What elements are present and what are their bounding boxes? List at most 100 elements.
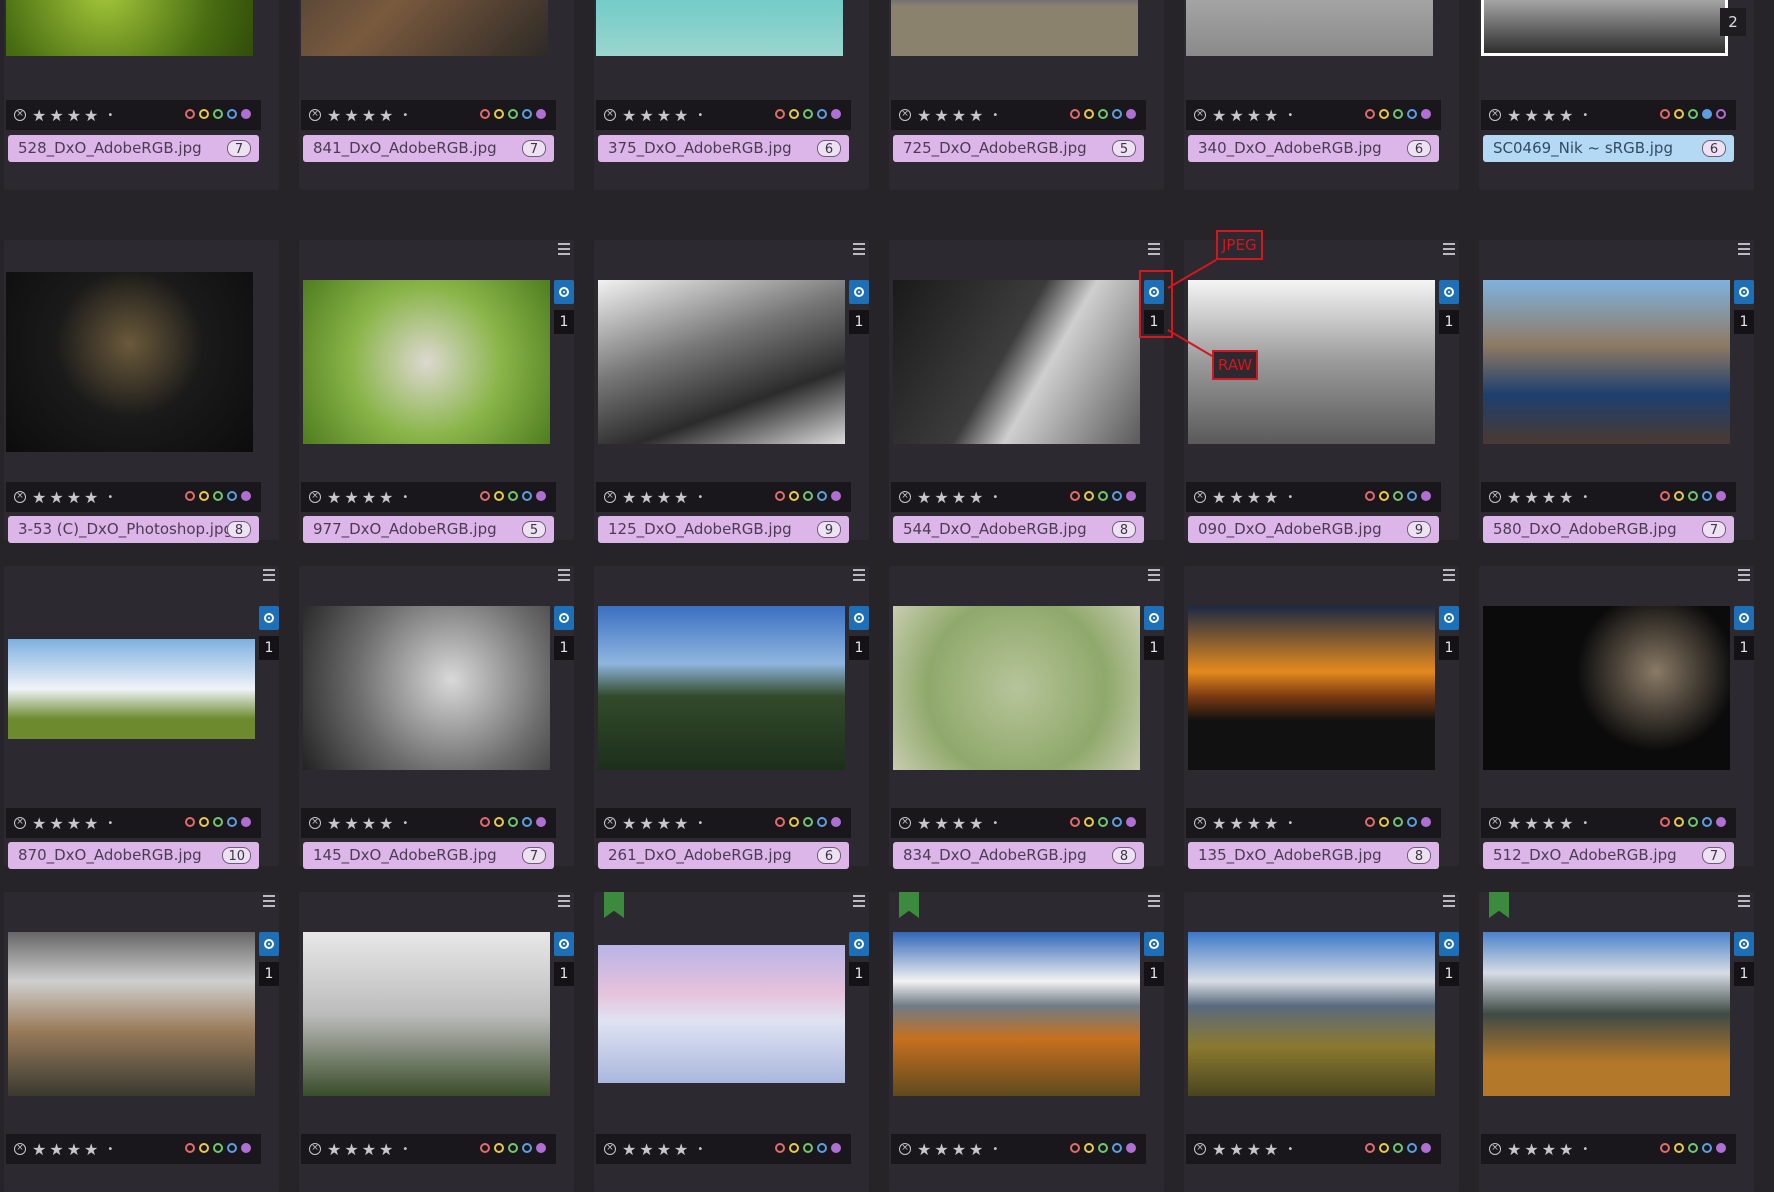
color-labels[interactable]: [1660, 817, 1726, 827]
thumbnail-dragonfly[interactable]: [893, 606, 1140, 770]
thumbnail-cliffs[interactable]: [301, 0, 548, 56]
thumbnail-jellyfish[interactable]: [596, 0, 843, 56]
jpeg-sidecar-icon[interactable]: [1734, 932, 1754, 956]
thumbnail-bw-peaks[interactable]: [598, 280, 845, 444]
cell-menu-icon[interactable]: [263, 895, 275, 907]
reject-icon[interactable]: ×: [899, 817, 911, 829]
thumbnail-clouds-forest[interactable]: [303, 932, 550, 1096]
cell-menu-icon[interactable]: [558, 243, 570, 255]
thumbnail-ibex-mountains[interactable]: [8, 639, 255, 739]
color-labels[interactable]: [1365, 109, 1431, 119]
photo-cell[interactable]: × ★★★★ • 528_DxO_AdobeRGB.jpg 7: [4, 0, 279, 190]
thumbnail-pink-peaks[interactable]: [598, 945, 845, 1083]
photo-cell[interactable]: 1 × ★★★★ • 544_DxO_AdobeRGB.jpg 8: [889, 240, 1173, 543]
color-labels[interactable]: [480, 817, 546, 827]
jpeg-sidecar-icon[interactable]: [554, 280, 574, 304]
cell-menu-icon[interactable]: [1738, 895, 1750, 907]
cell-menu-icon[interactable]: [1738, 243, 1750, 255]
reject-icon[interactable]: ×: [604, 817, 616, 829]
raw-count[interactable]: 1: [554, 962, 574, 986]
thumbnail-storm-bridge-town[interactable]: [8, 932, 255, 1096]
color-labels[interactable]: [1660, 1143, 1726, 1153]
star-rating[interactable]: ★★★★: [917, 488, 986, 507]
cell-menu-icon[interactable]: [1148, 243, 1160, 255]
color-labels[interactable]: [775, 817, 841, 827]
reject-icon[interactable]: ×: [309, 491, 321, 503]
cell-menu-icon[interactable]: [1443, 243, 1455, 255]
color-labels[interactable]: [1070, 491, 1136, 501]
star-rating[interactable]: ★★★★: [327, 488, 396, 507]
star-rating[interactable]: ★★★★: [327, 1140, 396, 1159]
raw-count[interactable]: 1: [849, 962, 869, 986]
cell-menu-icon[interactable]: [263, 569, 275, 581]
color-labels[interactable]: [775, 1143, 841, 1153]
color-labels[interactable]: [185, 1143, 251, 1153]
reject-icon[interactable]: ×: [1489, 491, 1501, 503]
thumbnail-bw-man-face[interactable]: [303, 606, 550, 770]
star-rating[interactable]: ★★★★: [32, 488, 101, 507]
thumbnail-cat[interactable]: [303, 280, 550, 444]
photo-cell[interactable]: 1 × ★★★★ • 125_DxO_AdobeRGB.jpg 9: [594, 240, 869, 543]
jpeg-sidecar-icon[interactable]: [1439, 932, 1459, 956]
jpeg-sidecar-icon[interactable]: [554, 606, 574, 630]
thumbnail-bridge-canal[interactable]: [1481, 0, 1728, 56]
jpeg-sidecar-icon[interactable]: [849, 606, 869, 630]
jpeg-sidecar-icon[interactable]: [1439, 280, 1459, 304]
jpeg-sidecar-icon[interactable]: [849, 280, 869, 304]
cell-menu-icon[interactable]: [558, 569, 570, 581]
star-rating[interactable]: ★★★★: [32, 814, 101, 833]
raw-count[interactable]: 1: [554, 636, 574, 660]
star-rating[interactable]: ★★★★: [1507, 488, 1576, 507]
thumbnail-hiker-valley[interactable]: [1483, 932, 1730, 1096]
photo-cell[interactable]: 1 JPEG RAW × ★★★★ • 090_DxO_AdobeRGB.jpg 9: [1184, 230, 1459, 543]
reject-icon[interactable]: ×: [604, 491, 616, 503]
photo-cell[interactable]: 1 × ★★★★ •: [1479, 892, 1754, 1192]
thumbnail-valley-glacier[interactable]: [1188, 932, 1435, 1096]
reject-icon[interactable]: ×: [899, 491, 911, 503]
raw-count[interactable]: 1: [259, 962, 279, 986]
raw-count[interactable]: 1: [1734, 310, 1754, 334]
reject-icon[interactable]: ×: [1194, 817, 1206, 829]
thumbnail-plant-insect[interactable]: [6, 0, 253, 56]
color-labels[interactable]: [480, 109, 546, 119]
star-rating[interactable]: ★★★★: [1507, 1140, 1576, 1159]
raw-count[interactable]: 1: [1734, 636, 1754, 660]
jpeg-sidecar-icon[interactable]: [1734, 606, 1754, 630]
reject-icon[interactable]: ×: [1194, 109, 1206, 121]
photo-cell[interactable]: 1 × ★★★★ • 580_DxO_AdobeRGB.jpg 7: [1479, 240, 1754, 543]
raw-count[interactable]: 1: [1734, 962, 1754, 986]
color-labels[interactable]: [1070, 1143, 1136, 1153]
thumbnail-harbor-yacht[interactable]: [1483, 280, 1730, 444]
photo-cell[interactable]: 1 × ★★★★ • 834_DxO_AdobeRGB.jpg 8: [889, 566, 1164, 869]
raw-count[interactable]: 1: [554, 310, 574, 334]
thumbnail-atomium[interactable]: [1186, 0, 1433, 56]
star-rating[interactable]: ★★★★: [327, 814, 396, 833]
cell-menu-icon[interactable]: [853, 895, 865, 907]
raw-count[interactable]: 1: [1144, 962, 1164, 986]
star-rating[interactable]: ★★★★: [327, 106, 396, 125]
jpeg-sidecar-icon[interactable]: [1144, 606, 1164, 630]
photo-cell[interactable]: 1 × ★★★★ •: [594, 892, 869, 1192]
reject-icon[interactable]: ×: [1194, 491, 1206, 503]
jpeg-sidecar-icon[interactable]: [259, 606, 279, 630]
color-labels[interactable]: [480, 491, 546, 501]
star-rating[interactable]: ★★★★: [32, 1140, 101, 1159]
pick-flag-icon[interactable]: [899, 892, 919, 918]
reject-icon[interactable]: ×: [309, 109, 321, 121]
reject-icon[interactable]: ×: [14, 817, 26, 829]
cell-menu-icon[interactable]: [558, 895, 570, 907]
star-rating[interactable]: ★★★★: [917, 814, 986, 833]
raw-count[interactable]: 1: [849, 636, 869, 660]
reject-icon[interactable]: ×: [14, 491, 26, 503]
reject-icon[interactable]: ×: [899, 1143, 911, 1155]
star-rating[interactable]: ★★★★: [622, 106, 691, 125]
cell-menu-icon[interactable]: [1148, 895, 1160, 907]
pick-flag-icon[interactable]: [1489, 892, 1509, 918]
cell-menu-icon[interactable]: [853, 243, 865, 255]
raw-count[interactable]: 1: [1439, 962, 1459, 986]
reject-icon[interactable]: ×: [1489, 1143, 1501, 1155]
star-rating[interactable]: ★★★★: [32, 106, 101, 125]
reject-icon[interactable]: ×: [604, 109, 616, 121]
color-labels[interactable]: [1660, 491, 1726, 501]
cell-menu-icon[interactable]: [1738, 569, 1750, 581]
